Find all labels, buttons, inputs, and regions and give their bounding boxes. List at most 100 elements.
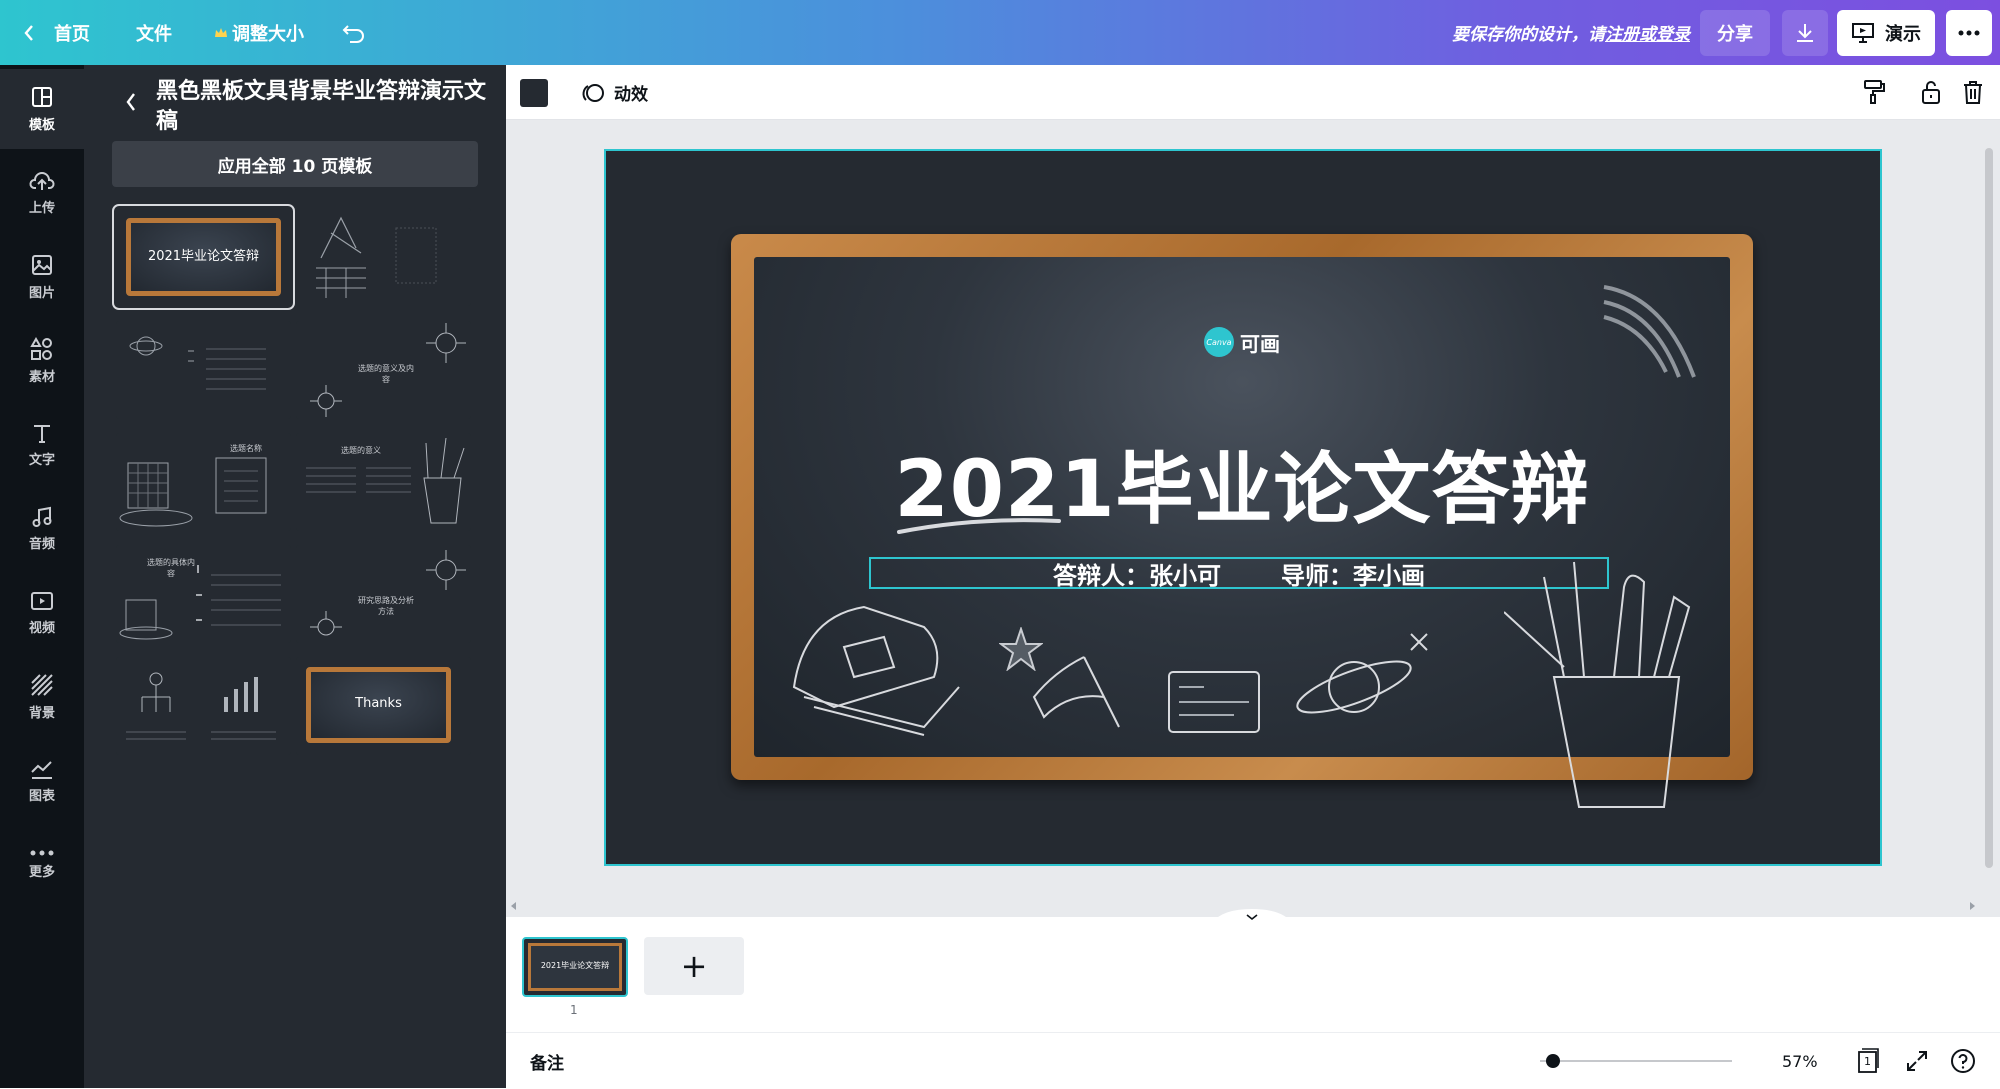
rail-item-photos[interactable]: 图片 bbox=[0, 237, 84, 317]
template-thumb-8[interactable]: 研究思路及分析方法 bbox=[296, 545, 471, 643]
present-button[interactable]: 演示 bbox=[1837, 10, 1935, 56]
rail-label-audio: 音频 bbox=[28, 537, 55, 552]
text-icon bbox=[34, 425, 50, 443]
help-icon[interactable] bbox=[1950, 1048, 1976, 1074]
home-label: 首页 bbox=[54, 23, 90, 45]
chalk-planet-icon bbox=[1296, 660, 1412, 714]
save-hint: 要保存你的设计，请 注册或登录 bbox=[1452, 0, 1690, 65]
rail-label-background: 背景 bbox=[28, 706, 55, 721]
back-chevron-icon[interactable] bbox=[124, 91, 138, 113]
side-rail: 模板 上传 图片 素材 文字 音频 视频 背景 图表 更多 bbox=[0, 65, 84, 1088]
logo-text: 可画 bbox=[1240, 331, 1280, 356]
rail-item-text[interactable]: 文字 bbox=[0, 405, 84, 485]
rail-item-audio[interactable]: 音频 bbox=[0, 489, 84, 569]
editor-toolbar: 动效 bbox=[506, 65, 2000, 120]
template-thumb-6[interactable]: 选题的意义 bbox=[296, 433, 471, 531]
download-button[interactable] bbox=[1782, 10, 1828, 56]
thumb-chalkboard: 2021毕业论文答辩 bbox=[126, 218, 281, 296]
thumb-molecule-icon bbox=[310, 550, 466, 636]
thumb-title: Thanks bbox=[355, 696, 402, 711]
animate-icon bbox=[582, 83, 604, 102]
template-thumb-5[interactable]: 选题名称 bbox=[116, 433, 291, 531]
fullscreen-icon[interactable] bbox=[1906, 1050, 1928, 1072]
rail-item-templates[interactable]: 模板 bbox=[0, 69, 84, 149]
apply-all-button[interactable]: 应用全部 10 页模板 bbox=[112, 141, 478, 187]
rail-label-elements: 素材 bbox=[28, 370, 55, 385]
rail-label-charts: 图表 bbox=[28, 789, 55, 804]
share-button[interactable]: 分享 bbox=[1700, 10, 1770, 56]
subtitle-textbox[interactable]: 答辩人：张小可 导师：李小画 bbox=[869, 557, 1609, 590]
rail-item-upload[interactable]: 上传 bbox=[0, 153, 84, 233]
template-thumb-4[interactable]: 选题的意义及内容 bbox=[296, 321, 471, 419]
rail-label-photos: 图片 bbox=[28, 286, 55, 301]
template-thumb-2[interactable] bbox=[296, 208, 471, 306]
thumb-title: 2021毕业论文答辩 bbox=[147, 249, 260, 264]
collapse-pages-chevron-icon[interactable] bbox=[1212, 909, 1292, 923]
template-thumb-9[interactable] bbox=[116, 657, 291, 755]
thumb-list-icon bbox=[119, 565, 281, 640]
template-thumb-10[interactable]: Thanks bbox=[296, 657, 471, 755]
animate-button[interactable]: 动效 bbox=[580, 65, 648, 120]
thumb-building-icon bbox=[119, 457, 267, 527]
zoom-slider-handle[interactable] bbox=[1546, 1054, 1560, 1068]
chalkboard-frame: Canva 可画 2021毕业论文答辩 答辩人：张小可 导师：李小画 bbox=[731, 234, 1753, 808]
zoom-slider[interactable] bbox=[1540, 1060, 1732, 1062]
rail-label-templates: 模板 bbox=[28, 118, 55, 133]
chalkboard: Canva 可画 2021毕业论文答辩 答辩人：张小可 导师：李小画 bbox=[754, 257, 1730, 808]
defender-text: 答辩人：张小可 bbox=[1053, 561, 1221, 590]
more-menu-button[interactable] bbox=[1946, 10, 1992, 56]
advisor-text: 导师：李小画 bbox=[1281, 561, 1425, 590]
template-thumb-1[interactable]: 2021毕业论文答辩 bbox=[112, 204, 295, 310]
vertical-scrollbar[interactable] bbox=[1982, 140, 1996, 900]
vertical-scroll-thumb[interactable] bbox=[1985, 148, 1993, 868]
scroll-right-icon bbox=[1970, 902, 1975, 910]
zoom-level[interactable]: 57% bbox=[1782, 1033, 1818, 1089]
thumb-pencil-cup-icon bbox=[306, 437, 465, 524]
rail-item-elements[interactable]: 素材 bbox=[0, 321, 84, 401]
save-hint-text: 要保存你的设计，请 bbox=[1452, 25, 1605, 45]
home-button[interactable]: 首页 bbox=[22, 0, 90, 65]
rail-label-text: 文字 bbox=[28, 453, 55, 468]
page-thumbnail-1[interactable]: 2021毕业论文答辩 bbox=[522, 937, 628, 997]
animate-label: 动效 bbox=[614, 85, 648, 105]
top-bar: 首页 文件 调整大小 要保存你的设计，请 注册或登录 分享 演示 bbox=[0, 0, 2000, 65]
logo: Canva 可画 bbox=[754, 327, 1730, 357]
color-swatch-button[interactable] bbox=[520, 79, 548, 107]
rail-item-video[interactable]: 视频 bbox=[0, 573, 84, 653]
thumb-planet-icon bbox=[129, 336, 266, 390]
page-number: 1 bbox=[570, 1003, 578, 1017]
canva-logo-mark: Canva bbox=[1204, 327, 1234, 357]
file-menu[interactable]: 文件 bbox=[136, 0, 172, 65]
register-login-link[interactable]: 注册或登录 bbox=[1605, 20, 1690, 45]
thumb-org-chart-icon bbox=[126, 672, 276, 740]
upload-cloud-icon bbox=[29, 172, 55, 190]
paint-roller-icon[interactable] bbox=[1862, 79, 1886, 105]
rail-item-more[interactable]: 更多 bbox=[0, 825, 84, 905]
video-icon bbox=[31, 592, 53, 610]
template-icon bbox=[32, 87, 52, 107]
rail-item-background[interactable]: 背景 bbox=[0, 657, 84, 737]
chalk-flag-icon bbox=[1032, 656, 1120, 728]
page-thumb-title: 2021毕业论文答辩 bbox=[528, 943, 622, 991]
template-thumb-7[interactable]: 选题的具体内容 bbox=[116, 545, 291, 643]
page-count: 1 bbox=[1864, 1055, 1871, 1068]
page-count-button[interactable]: 1 bbox=[1856, 1048, 1880, 1074]
lock-icon[interactable] bbox=[1920, 79, 1942, 105]
resize-button[interactable]: 调整大小 bbox=[214, 0, 304, 65]
bottom-bar: 备注 57% 1 bbox=[506, 1032, 2000, 1088]
chalk-underline-icon bbox=[897, 518, 1061, 534]
trash-icon[interactable] bbox=[1962, 79, 1984, 105]
add-page-button[interactable]: + bbox=[644, 937, 744, 995]
undo-icon bbox=[342, 24, 364, 43]
rail-item-charts[interactable]: 图表 bbox=[0, 741, 84, 821]
download-icon bbox=[1797, 24, 1813, 42]
slide-canvas[interactable]: Canva 可画 2021毕业论文答辩 答辩人：张小可 导师：李小画 bbox=[604, 149, 1882, 866]
template-thumb-3[interactable] bbox=[116, 321, 291, 419]
undo-button[interactable] bbox=[342, 0, 366, 65]
present-screen-icon bbox=[1852, 23, 1874, 43]
chalk-swoosh-icon bbox=[1603, 285, 1696, 378]
chevron-left-icon bbox=[24, 24, 33, 41]
template-panel: 黑色黑板文具背景毕业答辩演示文稿 应用全部 10 页模板 2021毕业论文答辩 … bbox=[84, 65, 506, 1088]
more-dots-icon bbox=[1958, 30, 1980, 36]
notes-button[interactable]: 备注 bbox=[530, 1033, 564, 1089]
